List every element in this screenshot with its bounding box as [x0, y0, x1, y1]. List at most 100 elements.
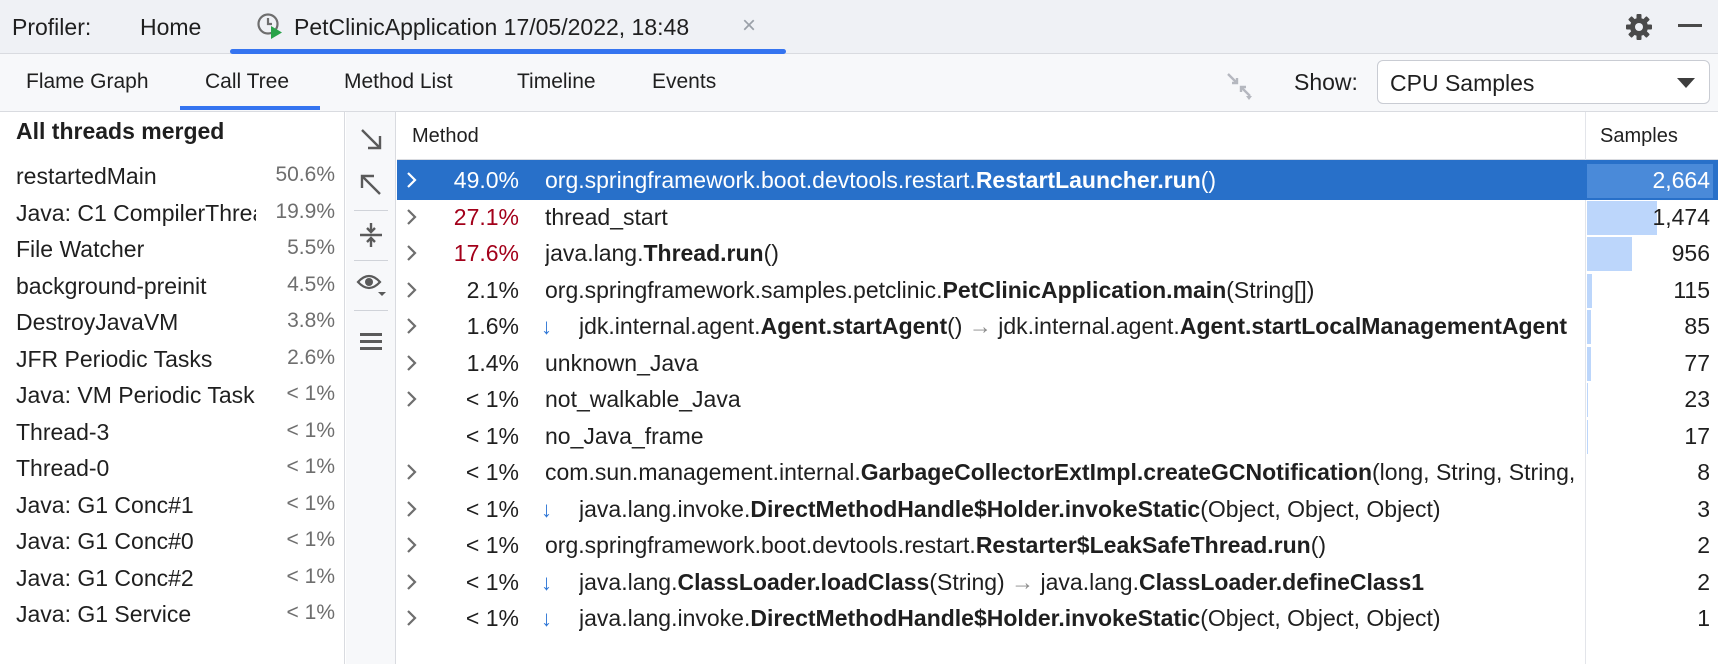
tree-row[interactable]: < 1% ↓ java.lang.ClassLoader.loadClass(Str… [397, 562, 1718, 602]
tree-row[interactable]: < 1% com.sun.management.internal.GarbageC… [397, 452, 1718, 492]
collapse-all-icon[interactable] [1222, 68, 1256, 102]
samples-bar [1587, 273, 1592, 308]
method-name: RestartLauncher.run [975, 167, 1201, 193]
thread-list-item[interactable]: JFR Periodic Tasks 2.6% [0, 339, 344, 379]
expand-arrow-icon[interactable] [405, 499, 419, 519]
thread-list-item[interactable]: DestroyJavaVM 3.8% [0, 302, 344, 342]
down-arrow-icon: ↓ [541, 606, 552, 631]
close-icon[interactable]: × [742, 12, 756, 40]
row-samples: 1,474 [1652, 203, 1710, 230]
tree-row[interactable]: 27.1% thread_start 1,474 [397, 197, 1718, 237]
tab-home[interactable]: Home [140, 14, 201, 41]
thread-name: Java: G1 Conc#2 [16, 564, 194, 591]
expand-arrow-icon[interactable] [405, 207, 419, 227]
tree-row[interactable]: 2.1% org.springframework.samples.petclini… [397, 270, 1718, 310]
tree-row[interactable]: < 1% not_walkable_Java 23 [397, 379, 1718, 419]
expand-arrow-icon[interactable] [405, 316, 419, 336]
row-samples: 956 [1671, 240, 1710, 266]
samples-bar [1587, 310, 1591, 344]
tree-row[interactable]: < 1% ↓ java.lang.invoke.DirectMethodHandle… [397, 489, 1718, 529]
tree-row[interactable]: 17.6% java.lang.Thread.run() 956 [397, 233, 1718, 273]
method-name: PetClinicApplication.main [942, 276, 1227, 303]
eye-icon[interactable] [356, 268, 386, 298]
tree-row[interactable]: < 1% ↓ java.lang.invoke.DirectMethodHandle… [397, 598, 1718, 638]
thread-percent: < 1% [286, 528, 335, 551]
active-view-indicator [180, 106, 320, 110]
expand-arrow-icon[interactable] [405, 353, 419, 373]
method-name: DirectMethodHandle$Holder.invokeStatic [750, 495, 1201, 522]
method-signature: () [1200, 167, 1217, 193]
gear-icon[interactable] [1624, 12, 1654, 42]
thread-list-item[interactable]: Thread-0 < 1% [0, 448, 344, 488]
method-name: ClassLoader.defineClass1 [1138, 568, 1425, 595]
thread-name: Java: C1 CompilerThread0 [16, 199, 256, 226]
column-header-label: Method [412, 125, 479, 147]
thread-percent: 50.6% [275, 163, 335, 186]
row-samples: 17 [1684, 422, 1710, 449]
row-percent: < 1% [465, 532, 519, 558]
method-signature: (String) [929, 568, 1005, 595]
tree-row[interactable]: 49.0% org.springframework.boot.devtools.r… [397, 160, 1718, 200]
row-percent: 2.1% [466, 276, 519, 303]
thread-name: JFR Periodic Tasks [16, 345, 213, 372]
method-signature: not_walkable_Java [545, 386, 741, 412]
tab-flame-graph[interactable]: Flame Graph [26, 70, 149, 94]
samples-bar [1587, 346, 1591, 381]
menu-icon[interactable] [356, 326, 386, 356]
merge-icon[interactable] [356, 220, 386, 250]
go-to-callee-icon[interactable] [356, 124, 386, 154]
method-name: Agent.startLocalManagementAgent [1179, 313, 1568, 339]
show-dropdown-value: CPU Samples [1390, 70, 1535, 96]
minimize-icon[interactable] [1678, 24, 1702, 27]
samples-bar [1587, 419, 1588, 454]
method-signature: () [763, 240, 779, 266]
thread-list-item[interactable]: Java: C1 CompilerThread0 19.9% [0, 193, 344, 233]
thread-list-item[interactable]: Java: G1 Conc#0 < 1% [0, 521, 344, 561]
column-header-samples[interactable]: Samples [1586, 112, 1718, 160]
expand-arrow-icon[interactable] [405, 389, 419, 409]
tree-row[interactable]: < 1% no_Java_frame 17 [397, 416, 1718, 456]
tab-events[interactable]: Events [652, 70, 716, 94]
threads-header[interactable]: All threads merged [16, 118, 224, 145]
thread-list-item[interactable]: Java: G1 Service < 1% [0, 594, 344, 634]
thread-name: File Watcher [16, 236, 145, 262]
thread-list-item[interactable]: background-preinit 4.5% [0, 266, 344, 306]
show-dropdown[interactable]: CPU Samples [1377, 60, 1710, 104]
down-arrow-icon: ↓ [541, 569, 552, 595]
row-method: no_Java_frame [545, 423, 1581, 450]
expand-arrow-icon[interactable] [405, 170, 419, 190]
expand-arrow-icon[interactable] [405, 280, 419, 300]
thread-list-item[interactable]: Java: G1 Conc#1 < 1% [0, 485, 344, 525]
row-percent: 27.1% [453, 203, 519, 230]
thread-list-item[interactable]: Java: VM Periodic Task Thread < 1% [0, 375, 344, 415]
method-package: com.sun.management.internal. [545, 459, 861, 485]
column-header-method[interactable]: Method [397, 112, 1585, 160]
row-percent: < 1% [465, 422, 519, 449]
method-package: org.springframework.boot.devtools.restar… [545, 532, 976, 558]
thread-list-item[interactable]: Java: G1 Conc#2 < 1% [0, 558, 344, 598]
tree-row[interactable]: 1.4% unknown_Java 77 [397, 343, 1718, 383]
tab-timeline[interactable]: Timeline [517, 70, 596, 94]
tab-session[interactable]: PetClinicApplication 17/05/2022, 18:48 × [230, 0, 786, 54]
tab-call-tree[interactable]: Call Tree [205, 70, 289, 94]
tree-row[interactable]: 1.6% ↓ jdk.internal.agent.Agent.startAgent… [397, 306, 1718, 346]
expand-arrow-icon[interactable] [405, 572, 419, 592]
thread-list-item[interactable]: Thread-3 < 1% [0, 412, 344, 452]
view-tabs-bar: Flame Graph Call Tree Method List Timeli… [0, 54, 1718, 112]
thread-list-item[interactable]: File Watcher 5.5% [0, 229, 344, 269]
method-package: java.lang.invoke. [579, 495, 751, 522]
expand-arrow-icon[interactable] [405, 608, 419, 628]
tree-row[interactable]: < 1% org.springframework.boot.devtools.re… [397, 525, 1718, 565]
thread-list-item[interactable]: restartedMain 50.6% [0, 156, 344, 196]
thread-percent: 5.5% [287, 236, 335, 259]
go-to-caller-icon[interactable] [356, 170, 386, 200]
expand-arrow-icon[interactable] [405, 462, 419, 482]
expand-arrow-icon[interactable] [405, 243, 419, 263]
expand-arrow-icon[interactable] [405, 535, 419, 555]
method-signature: no_Java_frame [545, 422, 704, 449]
thread-name: restartedMain [16, 163, 157, 189]
method-signature: () [1310, 532, 1327, 558]
tab-method-list[interactable]: Method List [344, 70, 453, 94]
row-samples: 3 [1697, 495, 1710, 522]
method-name: Agent.startAgent [760, 313, 948, 339]
